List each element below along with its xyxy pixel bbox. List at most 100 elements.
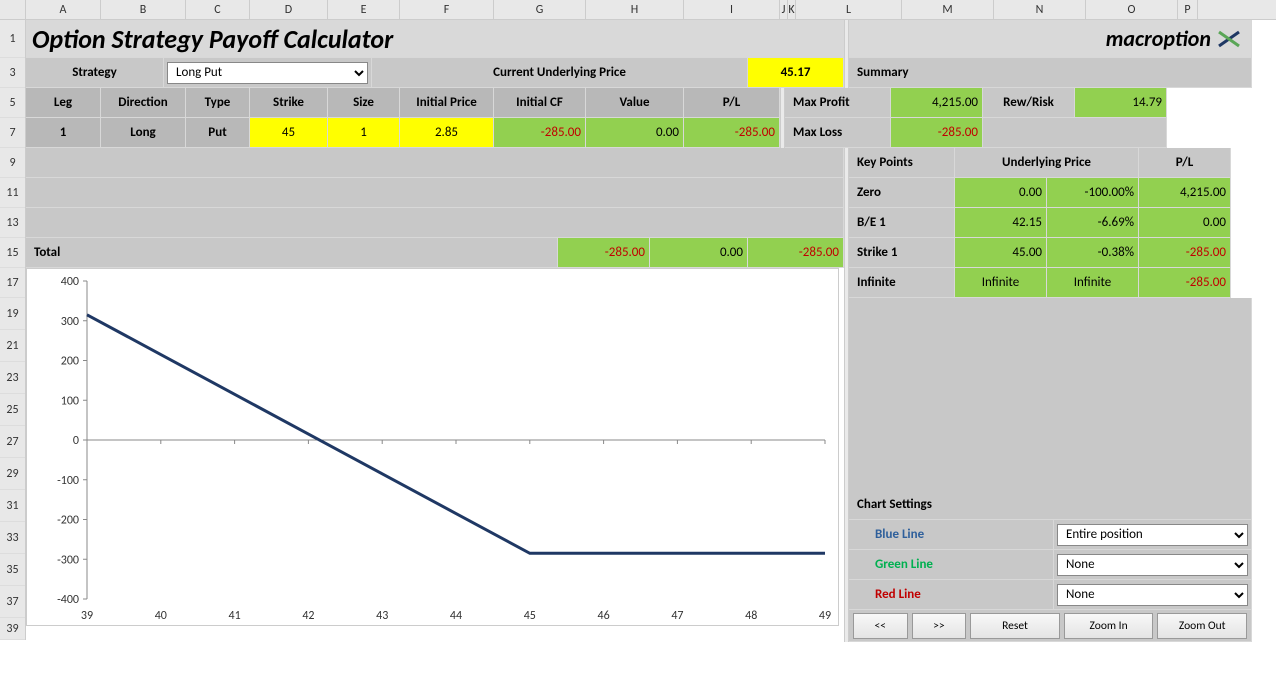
max-loss-label: Max Loss — [785, 118, 891, 148]
svg-text:45: 45 — [524, 609, 536, 623]
hdr-type: Type — [186, 88, 250, 118]
current-underlying-price-value[interactable]: 45.17 — [748, 58, 844, 88]
svg-text:-100: -100 — [57, 474, 79, 488]
leg1-initial-cf: -285.00 — [494, 118, 586, 148]
leg1-strike[interactable]: 45 — [250, 118, 328, 148]
row-header-23[interactable]: 23 — [0, 362, 25, 394]
col-header-E[interactable]: E — [328, 0, 400, 19]
hdr-leg: Leg — [26, 88, 101, 118]
svg-text:43: 43 — [376, 609, 388, 623]
svg-text:-400: -400 — [57, 593, 79, 607]
kp-row-1-price: 42.15 — [955, 208, 1047, 238]
svg-text:-200: -200 — [57, 514, 79, 528]
kp-row-0-pct: -100.00% — [1047, 178, 1139, 208]
svg-text:-300: -300 — [57, 553, 79, 567]
svg-text:44: 44 — [450, 609, 462, 623]
col-header-B[interactable]: B — [101, 0, 186, 19]
next-button[interactable]: >> — [912, 613, 967, 639]
row-header-5[interactable]: 5 — [0, 88, 25, 118]
col-header-K[interactable]: K — [788, 0, 796, 19]
hdr-size: Size — [328, 88, 400, 118]
red-line-label: Red Line — [875, 587, 921, 602]
row-header-27[interactable]: 27 — [0, 426, 25, 458]
leg1-size[interactable]: 1 — [328, 118, 400, 148]
key-points-underlying-hdr: Underlying Price — [955, 148, 1139, 178]
prev-button[interactable]: << — [853, 613, 908, 639]
hdr-pl: P/L — [684, 88, 780, 118]
row-header-1[interactable]: 1 — [0, 20, 25, 58]
zoom-out-button[interactable]: Zoom Out — [1157, 613, 1247, 639]
payoff-chart: -400-300-200-100010020030040039404142434… — [26, 268, 839, 626]
kp-row-0-pl: 4,215.00 — [1139, 178, 1231, 208]
svg-text:39: 39 — [81, 609, 93, 623]
row-header-29[interactable]: 29 — [0, 458, 25, 490]
row-header-35[interactable]: 35 — [0, 554, 25, 586]
row-header-39[interactable]: 39 — [0, 618, 25, 640]
col-header-D[interactable]: D — [250, 0, 328, 19]
row-header-7[interactable]: 7 — [0, 118, 25, 148]
col-header-G[interactable]: G — [494, 0, 586, 19]
row-header-21[interactable]: 21 — [0, 330, 25, 362]
row-header-15[interactable]: 15 — [0, 238, 25, 268]
col-header-H[interactable]: H — [586, 0, 684, 19]
red-line-select[interactable]: None — [1057, 584, 1248, 606]
row-header-13[interactable]: 13 — [0, 208, 25, 238]
col-header-F[interactable]: F — [400, 0, 494, 19]
green-line-select[interactable]: None — [1057, 554, 1248, 576]
svg-text:200: 200 — [61, 355, 79, 369]
kp-row-2-pct: -0.38% — [1047, 238, 1139, 268]
leg1-pl: -285.00 — [684, 118, 780, 148]
kp-row-1-pl: 0.00 — [1139, 208, 1231, 238]
kp-row-2-name: Strike 1 — [849, 238, 955, 268]
column-headers: ABCDEFGHIJKLMNOP — [0, 0, 1276, 20]
col-header-N[interactable]: N — [994, 0, 1086, 19]
leg1-value: 0.00 — [586, 118, 684, 148]
zoom-in-button[interactable]: Zoom In — [1064, 613, 1154, 639]
total-label: Total — [26, 238, 558, 268]
svg-text:0: 0 — [73, 434, 79, 448]
col-header-I[interactable]: I — [684, 0, 780, 19]
blue-line-label: Blue Line — [875, 527, 924, 542]
svg-text:400: 400 — [61, 275, 79, 289]
current-underlying-price-label: Current Underlying Price — [372, 58, 748, 88]
col-header-L[interactable]: L — [796, 0, 902, 19]
row-header-17[interactable]: 17 — [0, 268, 25, 298]
row-header-37[interactable]: 37 — [0, 586, 25, 618]
reset-button[interactable]: Reset — [970, 613, 1060, 639]
svg-text:40: 40 — [155, 609, 167, 623]
blue-line-select[interactable]: Entire position — [1057, 524, 1248, 546]
hdr-strike: Strike — [250, 88, 328, 118]
brand-logo: macroption — [849, 20, 1252, 58]
leg1-leg: 1 — [26, 118, 101, 148]
total-pl: -285.00 — [748, 238, 844, 268]
key-points-pl-hdr: P/L — [1139, 148, 1231, 178]
row-header-19[interactable]: 19 — [0, 298, 25, 330]
col-header-P[interactable]: P — [1178, 0, 1198, 19]
row-header-31[interactable]: 31 — [0, 490, 25, 522]
total-initial-cf: -285.00 — [558, 238, 650, 268]
row-header-25[interactable]: 25 — [0, 394, 25, 426]
strategy-label: Strategy — [26, 58, 164, 88]
strategy-select[interactable]: Long Put — [167, 62, 368, 84]
col-header-M[interactable]: M — [902, 0, 994, 19]
select-all-corner[interactable] — [0, 0, 26, 19]
col-header-A[interactable]: A — [26, 0, 101, 19]
col-header-O[interactable]: O — [1086, 0, 1178, 19]
max-profit-value: 4,215.00 — [891, 88, 983, 118]
total-value: 0.00 — [650, 238, 748, 268]
row-header-33[interactable]: 33 — [0, 522, 25, 554]
row-header-11[interactable]: 11 — [0, 178, 25, 208]
svg-text:100: 100 — [61, 394, 79, 408]
leg1-initial-price[interactable]: 2.85 — [400, 118, 494, 148]
hdr-initial-price: Initial Price — [400, 88, 494, 118]
col-header-J[interactable]: J — [780, 0, 788, 19]
kp-row-3-price: Infinite — [955, 268, 1047, 298]
row-header-9[interactable]: 9 — [0, 148, 25, 178]
max-profit-label: Max Profit — [785, 88, 891, 118]
kp-row-1-pct: -6.69% — [1047, 208, 1139, 238]
col-header-C[interactable]: C — [186, 0, 250, 19]
chart-settings-label: Chart Settings — [849, 490, 1252, 520]
row-headers: 13579111315171921232527293133353739 — [0, 20, 26, 640]
page-title: Option Strategy Payoff Calculator — [26, 20, 844, 58]
row-header-3[interactable]: 3 — [0, 58, 25, 88]
